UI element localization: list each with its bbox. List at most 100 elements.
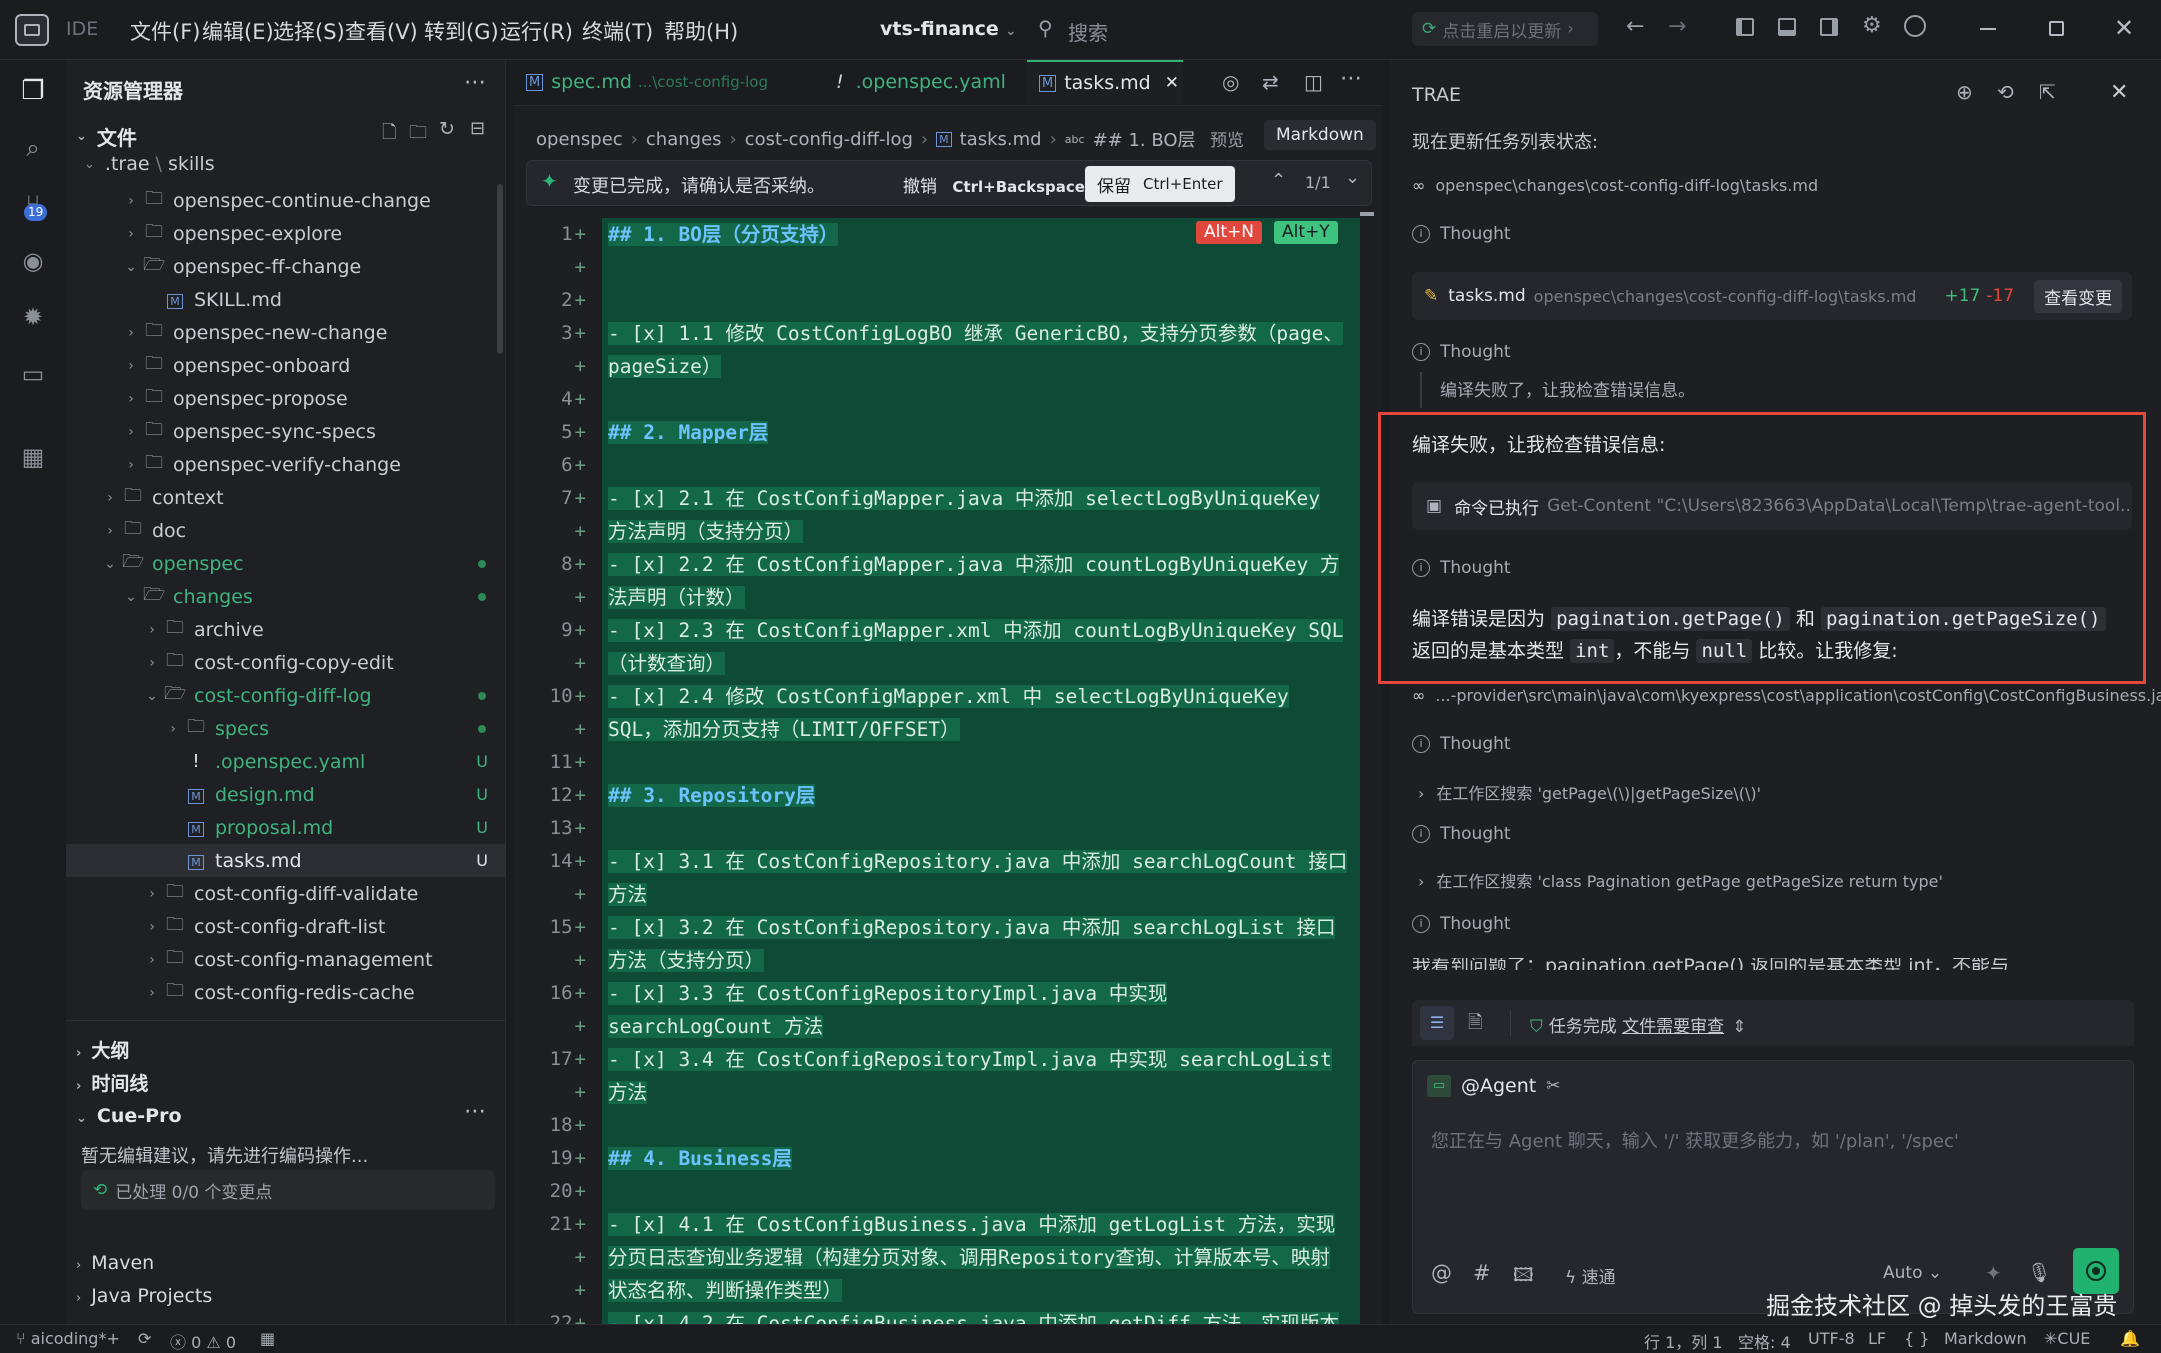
breadcrumb-item[interactable]: openspec	[536, 129, 623, 150]
file-reference[interactable]: ∞ openspec\changes\cost-config-diff-log\t…	[1412, 176, 1818, 195]
search-row[interactable]: › 在工作区搜索 'class Pagination getPage getPag…	[1412, 868, 1943, 892]
encoding[interactable]: UTF-8	[1808, 1329, 1855, 1348]
tree-item[interactable]: › 🗀 openspec-propose	[66, 382, 506, 415]
preview-eye-icon[interactable]: ◎	[1222, 70, 1239, 94]
debug-icon[interactable]: ✹	[16, 300, 50, 334]
thought-row[interactable]: i Thought	[1412, 558, 1511, 578]
tree-item[interactable]: › 🗀 openspec-verify-change	[66, 448, 506, 481]
close-chat-icon[interactable]: ✕	[2110, 80, 2128, 105]
tab-spec-md[interactable]: Mspec.md ...\cost-config-log	[514, 60, 810, 104]
view-change-button[interactable]: 查看变更	[2034, 279, 2123, 313]
tree-item[interactable]: › 🗀 context	[66, 481, 506, 514]
close-tab-icon[interactable]: ✕	[1165, 73, 1179, 93]
tree-item[interactable]: Mproposal.md U	[66, 811, 506, 844]
search-row[interactable]: › 在工作区搜索 'getPage\(\)|getPageSize\(\)'	[1412, 780, 1761, 804]
tree-item[interactable]: › 🗀 openspec-sync-specs	[66, 415, 506, 448]
new-file-icon[interactable]: 🗋	[382, 120, 396, 150]
tree-item[interactable]: › 🗀 openspec-continue-change	[66, 184, 506, 217]
project-selector[interactable]: vts-finance ⌄	[880, 18, 1016, 40]
tree-item[interactable]: Mdesign.md U	[66, 778, 506, 811]
menu-item[interactable]: 运行(R)	[500, 16, 573, 46]
tree-item[interactable]: › 🗀 openspec-new-change	[66, 316, 506, 349]
breadcrumb-item[interactable]: cost-config-diff-log	[745, 129, 913, 150]
cue-status[interactable]: ✳CUE	[2044, 1329, 2090, 1348]
braces-icon[interactable]: { }	[1904, 1329, 1929, 1348]
next-change-icon[interactable]: ⌄	[1345, 167, 1360, 188]
refresh-explorer-icon[interactable]: ↻	[439, 118, 455, 140]
tree-item[interactable]: › 🗀 cost-config-diff-validate	[66, 877, 506, 910]
prev-change-icon[interactable]: ⌃	[1271, 170, 1286, 191]
alt-n-badge[interactable]: Alt+N	[1196, 221, 1262, 244]
extensions-icon[interactable]: ▦	[16, 440, 50, 474]
language-mode[interactable]: Markdown	[1944, 1329, 2027, 1348]
search-box[interactable]: 搜索	[1068, 17, 1108, 46]
tree-item[interactable]: › 🗀 cost-config-draft-list	[66, 910, 506, 943]
image-icon[interactable]: 🖾	[1513, 1261, 1534, 1293]
update-button[interactable]: ⟳ 点击重启以更新 ›	[1412, 12, 1598, 46]
problems-status[interactable]: ⓧ 0 ⚠ 0	[170, 1329, 236, 1353]
tree-item[interactable]: › 🗀 cost-config-redis-cache	[66, 976, 506, 1009]
toggle-chat-icon[interactable]	[1820, 18, 1838, 36]
back-arrow-icon[interactable]: ←	[1626, 14, 1644, 39]
hash-icon[interactable]: #	[1473, 1261, 1491, 1285]
search-code-icon[interactable]: ⌕	[16, 131, 50, 165]
new-chat-icon[interactable]: ⊕	[1956, 80, 1973, 104]
tree-item[interactable]: › 🗀 openspec-onboard	[66, 349, 506, 382]
code-area[interactable]: 1 + ## 1. BO层（分页支持） +2 + 3 + - [x] 1.1 修改 CostC…	[514, 218, 1382, 1324]
cue-more-icon[interactable]: ⋯	[464, 1099, 486, 1124]
minimize-icon[interactable]	[1980, 28, 1996, 30]
tree-item[interactable]: ⌄ 🗁 openspec	[66, 547, 506, 580]
more-icon[interactable]: ⋯	[464, 70, 486, 95]
ports-icon[interactable]: ▦	[260, 1329, 275, 1348]
indentation[interactable]: 空格: 4	[1738, 1329, 1791, 1353]
tree-item[interactable]: › 🗀 archive	[66, 613, 506, 646]
menu-item[interactable]: 编辑(E)	[202, 16, 274, 46]
history-icon[interactable]: ⟲	[1997, 80, 2014, 104]
keep-button[interactable]: 保留 Ctrl+Enter	[1085, 166, 1235, 202]
tree-item[interactable]: › 🗀 cost-config-copy-edit	[66, 646, 506, 679]
thought-row[interactable]: i Thought	[1412, 824, 1511, 844]
menu-item[interactable]: 查看(V)	[345, 16, 418, 46]
tree-row-trae-skills[interactable]: ⌄ .trae \ skills	[84, 153, 215, 175]
alt-y-badge[interactable]: Alt+Y	[1274, 221, 1338, 244]
menu-item[interactable]: 文件(F)	[130, 16, 200, 46]
breadcrumb-item[interactable]: tasks.md	[960, 129, 1042, 150]
cursor-position[interactable]: 行 1，列 1	[1644, 1329, 1723, 1353]
toggle-panel-icon[interactable]	[1778, 18, 1796, 36]
toggle-sidebar-icon[interactable]	[1736, 18, 1754, 36]
timeline-section[interactable]: › 时间线	[76, 1069, 148, 1096]
preview-label[interactable]: 预览	[1210, 126, 1244, 151]
speed-mode-button[interactable]: ϟ 速通	[1565, 1263, 1616, 1288]
editor-scrollbar[interactable]	[1360, 212, 1374, 216]
popout-icon[interactable]: ⇱	[2039, 80, 2056, 104]
eye-icon[interactable]: ◉	[16, 244, 50, 278]
tree-item[interactable]: ! .openspec.yaml U	[66, 745, 506, 778]
remote-icon[interactable]: ▭	[16, 357, 50, 391]
list-view-icon[interactable]: ☰	[1420, 1006, 1454, 1040]
files-section-header[interactable]: ⌄ 文件	[76, 122, 137, 151]
new-folder-icon[interactable]: 🗀	[409, 120, 427, 150]
maven-section[interactable]: › Maven	[76, 1252, 154, 1274]
agent-chip[interactable]: ▭ @Agent ✂	[1427, 1075, 1561, 1097]
tree-item[interactable]: › 🗀 openspec-explore	[66, 217, 506, 250]
cue-pro-section[interactable]: ⌄ Cue-Pro	[76, 1105, 182, 1127]
tree-item[interactable]: ⌄ 🗁 openspec-ff-change	[66, 250, 506, 283]
task-complete-status[interactable]: ⛉ 任务完成 文件需要审查 ⇕	[1530, 1012, 1746, 1037]
menu-item[interactable]: 终端(T)	[582, 16, 653, 46]
collapse-all-icon[interactable]: ⊟	[470, 118, 485, 139]
breadcrumb-item[interactable]: ## 1. BO层	[1093, 126, 1196, 152]
forward-arrow-icon[interactable]: →	[1668, 14, 1686, 39]
command-card[interactable]: ▣ 命令已执行 Get-Content "C:\Users\823663\App…	[1412, 482, 2132, 530]
gear-icon[interactable]: ⚙	[1862, 13, 1882, 38]
close-window-icon[interactable]: ✕	[2114, 14, 2134, 42]
thought-row[interactable]: i Thought	[1412, 914, 1511, 934]
outline-section[interactable]: › 大纲	[76, 1036, 129, 1063]
line-ending[interactable]: LF	[1868, 1329, 1886, 1348]
tree-item[interactable]: ⌄ 🗁 cost-config-diff-log	[66, 679, 506, 712]
menu-item[interactable]: 选择(S)	[273, 16, 345, 46]
chat-input-box[interactable]: ▭ @Agent ✂ 您正在与 Agent 聊天，输入 '/' 获取更多能力，如 '…	[1412, 1060, 2134, 1314]
bell-icon[interactable]: 🔔	[2120, 1329, 2140, 1348]
tree-item[interactable]: › 🗀 specs	[66, 712, 506, 745]
model-selector[interactable]: Auto ⌄	[1883, 1263, 1942, 1283]
markdown-mode-button[interactable]: Markdown	[1264, 120, 1376, 150]
